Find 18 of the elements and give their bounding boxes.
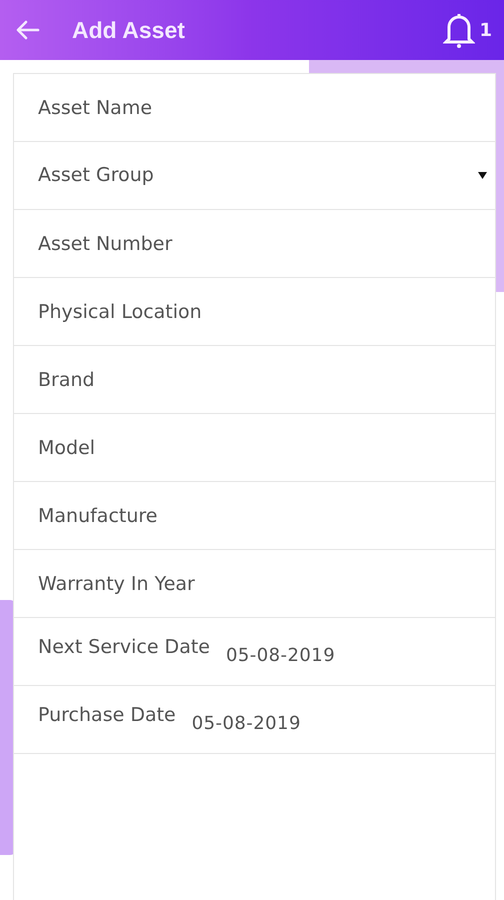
text-field[interactable]: Model	[38, 414, 471, 481]
dropdown-field[interactable]: Asset Group	[14, 142, 495, 210]
bell-icon	[443, 11, 476, 49]
field-label: Next Service Date	[38, 635, 210, 660]
text-field[interactable]: Manufacture	[38, 482, 471, 549]
text-field[interactable]: Warranty In Year	[38, 550, 471, 617]
field-label: Purchase Date	[38, 703, 176, 728]
text-field[interactable]: Physical Location	[38, 278, 471, 345]
date-field[interactable]: 05-08-2019	[226, 642, 356, 669]
notification-count: 1	[479, 18, 492, 42]
notifications-button[interactable]	[443, 11, 476, 49]
back-arrow-icon	[16, 20, 40, 40]
date-field[interactable]: 05-08-2019	[192, 710, 322, 737]
text-field[interactable]: Brand	[38, 346, 471, 413]
text-field[interactable]: Asset Name	[38, 74, 471, 141]
page-title: Add Asset	[72, 16, 185, 45]
text-field[interactable]: Asset Number	[38, 210, 471, 277]
caret-icon	[478, 172, 487, 179]
